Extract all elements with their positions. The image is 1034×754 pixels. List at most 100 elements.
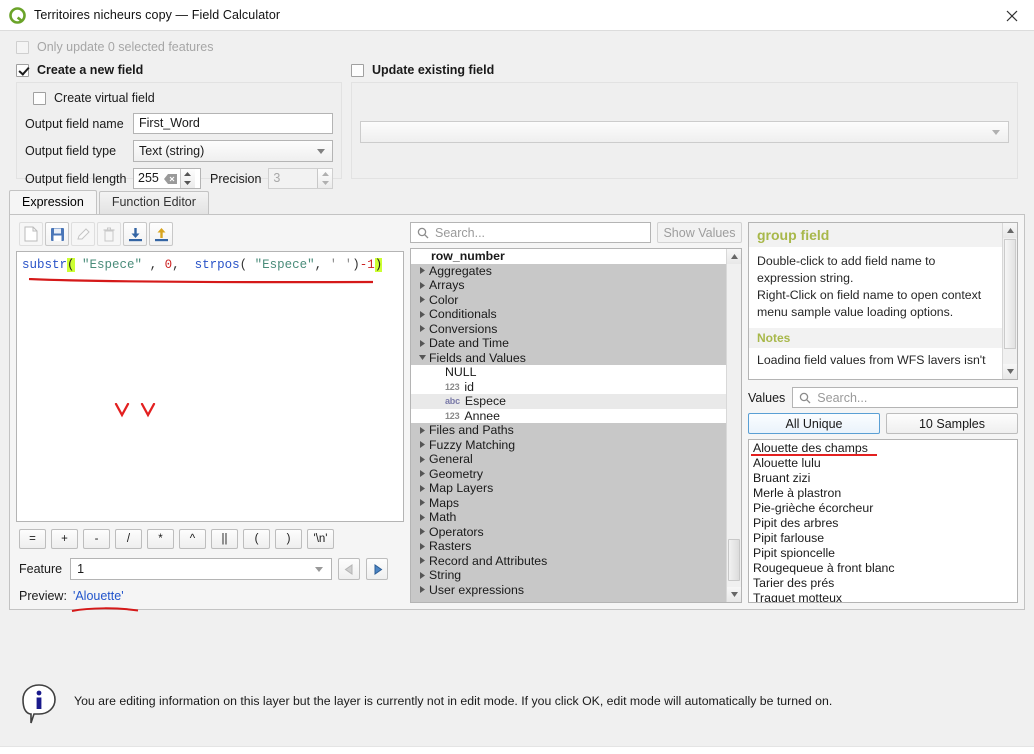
list-item[interactable]: Pipit spioncelle [749, 546, 1017, 561]
save-expression-icon[interactable] [45, 222, 69, 246]
list-item[interactable]: Merle à plastron [749, 486, 1017, 501]
tree-item-conversions[interactable]: Conversions [411, 321, 726, 336]
operator-concat-button[interactable]: || [211, 529, 238, 549]
output-field-type-select[interactable]: Text (string) [133, 140, 333, 162]
output-field-name-input[interactable]: First_Word [133, 113, 333, 134]
output-field-length-stepper[interactable]: 255 [133, 168, 201, 189]
tree-item-partial[interactable] [411, 597, 726, 602]
operator-open-paren-button[interactable]: ( [243, 529, 270, 549]
tree-item-fields-and-values[interactable]: Fields and Values [411, 350, 726, 365]
list-item[interactable]: Pipit des arbres [749, 516, 1017, 531]
info-bar: You are editing information on this laye… [0, 671, 1034, 743]
tree-item-arrays[interactable]: Arrays [411, 278, 726, 293]
operator-newline-button[interactable]: '\n' [307, 529, 334, 549]
tree-item-color[interactable]: Color [411, 292, 726, 307]
create-virtual-field-checkbox-row[interactable]: Create virtual field [25, 91, 333, 105]
scroll-up-icon[interactable] [1003, 223, 1017, 238]
preview-value: 'Alouette' [72, 589, 124, 603]
list-item[interactable]: Traquet motteux [749, 591, 1017, 602]
tree-item-row-number[interactable]: row_number [411, 249, 726, 264]
function-search-input[interactable]: Search... [410, 222, 651, 243]
operator-minus-button[interactable]: - [83, 529, 110, 549]
tree-item-user-expressions[interactable]: User expressions [411, 582, 726, 597]
scroll-up-icon[interactable] [727, 249, 741, 264]
list-item[interactable]: Tarier des prés [749, 576, 1017, 591]
operator-close-paren-button[interactable]: ) [275, 529, 302, 549]
tab-expression[interactable]: Expression [9, 190, 97, 214]
import-expression-icon[interactable] [123, 222, 147, 246]
tree-item-files-and-paths[interactable]: Files and Paths [411, 423, 726, 438]
operator-equals-button[interactable]: = [19, 529, 46, 549]
tree-item-math[interactable]: Math [411, 510, 726, 525]
operator-power-button[interactable]: ^ [179, 529, 206, 549]
help-scrollbar[interactable] [1002, 223, 1017, 379]
clear-field-icon[interactable] [163, 169, 178, 188]
help-body-line2: expression string. [757, 271, 854, 285]
all-unique-button[interactable]: All Unique [748, 413, 880, 434]
values-list[interactable]: Alouette des champs Alouette lulu Bruant… [748, 439, 1018, 603]
show-values-button[interactable]: Show Values [657, 222, 742, 243]
tree-item-espece[interactable]: abc Espece [411, 394, 726, 409]
tree-item-annee[interactable]: 123 Annee [411, 408, 726, 423]
tree-item-null[interactable]: NULL [411, 365, 726, 380]
close-icon[interactable] [990, 0, 1034, 31]
tree-item-date-and-time[interactable]: Date and Time [411, 336, 726, 351]
tree-item-string[interactable]: String [411, 568, 726, 583]
tree-item-maps[interactable]: Maps [411, 495, 726, 510]
tree-item-label: Math [429, 510, 457, 525]
list-item[interactable]: Pipit farlouse [749, 531, 1017, 546]
tree-item-map-layers[interactable]: Map Layers [411, 481, 726, 496]
chevron-right-icon [415, 542, 429, 550]
scrollbar-thumb[interactable] [728, 539, 740, 581]
update-existing-field-checkbox-row[interactable]: Update existing field [351, 63, 1018, 77]
values-search-input[interactable]: Search... [792, 387, 1018, 408]
function-tree[interactable]: row_number Aggregates Arrays Color Condi… [410, 248, 742, 603]
export-expression-icon[interactable] [149, 222, 173, 246]
chevron-right-icon [415, 267, 429, 275]
tree-item-label: Conversions [429, 321, 498, 336]
operator-divide-button[interactable]: / [115, 529, 142, 549]
feature-select[interactable]: 1 [70, 558, 333, 580]
update-field-select[interactable] [360, 121, 1009, 143]
tree-item-aggregates[interactable]: Aggregates [411, 263, 726, 278]
list-item[interactable]: Rougequeue à front blanc [749, 561, 1017, 576]
tree-item-id[interactable]: 123 id [411, 379, 726, 394]
list-item[interactable]: Bruant zizi [749, 471, 1017, 486]
arrow-right-icon[interactable] [366, 558, 389, 580]
arrow-left-icon [338, 558, 361, 580]
tree-item-operators[interactable]: Operators [411, 524, 726, 539]
scroll-down-icon[interactable] [1003, 364, 1017, 379]
tree-item-fuzzy-matching[interactable]: Fuzzy Matching [411, 437, 726, 452]
operator-multiply-button[interactable]: * [147, 529, 174, 549]
output-field-length-label: Output field length [25, 171, 127, 186]
output-field-length-value: 255 [138, 171, 159, 185]
chevron-right-icon [415, 513, 429, 521]
tree-item-label: Date and Time [429, 336, 509, 351]
spinner-updown-icon[interactable] [179, 169, 195, 188]
tab-function-editor[interactable]: Function Editor [98, 191, 209, 214]
tree-item-record-and-attributes[interactable]: Record and Attributes [411, 553, 726, 568]
title-bar: Territoires nicheurs copy — Field Calcul… [0, 0, 1034, 31]
operator-plus-button[interactable]: + [51, 529, 78, 549]
new-expression-icon[interactable] [19, 222, 43, 246]
scrollbar-thumb[interactable] [1004, 239, 1016, 349]
tree-item-label: Color [429, 292, 459, 307]
expression-editor[interactable]: substr( "Espece" , 0, strpos( "Espece", … [16, 251, 404, 522]
tree-item-rasters[interactable]: Rasters [411, 539, 726, 554]
ten-samples-button[interactable]: 10 Samples [886, 413, 1018, 434]
function-tree-scrollbar[interactable] [726, 249, 741, 602]
tree-item-conditionals[interactable]: Conditionals [411, 307, 726, 322]
tree-item-label: Maps [429, 495, 460, 510]
list-item[interactable]: Alouette lulu [749, 456, 1017, 471]
list-item[interactable]: Pie-grièche écorcheur [749, 501, 1017, 516]
create-new-field-checkbox-row[interactable]: Create a new field [16, 63, 342, 77]
feature-value: 1 [77, 562, 85, 576]
scroll-down-icon[interactable] [727, 587, 741, 602]
list-item[interactable]: Alouette des champs [749, 441, 1017, 456]
tree-item-general[interactable]: General [411, 452, 726, 467]
chevron-down-icon [992, 130, 1000, 135]
only-update-selected-checkbox-row[interactable]: Only update 0 selected features [16, 40, 1018, 54]
create-virtual-field-label: Create virtual field [54, 91, 155, 105]
tree-item-geometry[interactable]: Geometry [411, 466, 726, 481]
output-field-type-row: Output field type Text (string) [25, 140, 333, 162]
